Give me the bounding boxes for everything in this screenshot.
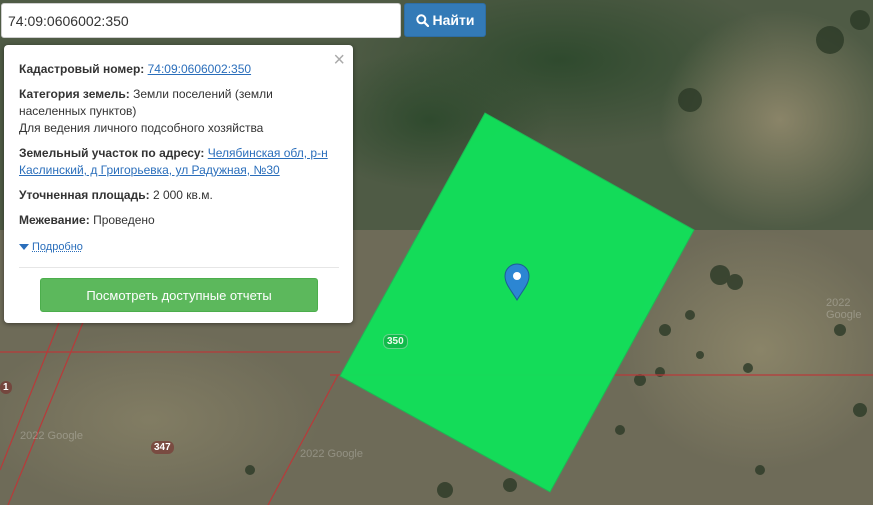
area-label: Уточненная площадь: xyxy=(19,188,150,202)
view-reports-button[interactable]: Посмотреть доступные отчеты xyxy=(40,278,318,312)
map-watermark: 2022 Google xyxy=(300,448,363,460)
area-value: 2 000 кв.м. xyxy=(152,188,213,202)
details-link[interactable]: Подробно xyxy=(32,239,83,256)
edge-parcel-label: 1 xyxy=(0,381,12,394)
address-label: Земельный участок по адресу: xyxy=(19,146,205,160)
popup-divider xyxy=(19,267,339,268)
map-watermark: 2022 Google xyxy=(826,297,862,321)
caret-down-icon xyxy=(19,244,29,250)
cadastral-search-input[interactable] xyxy=(1,3,401,38)
land-category-label: Категория земель: xyxy=(19,87,130,101)
area-row: Уточненная площадь: 2 000 кв.м. xyxy=(19,187,339,204)
cadastral-number-row: Кадастровый номер: 74:09:0606002:350 xyxy=(19,61,339,78)
cadastral-number-label: Кадастровый номер: xyxy=(19,62,145,76)
search-button-label: Найти xyxy=(432,12,475,28)
land-category-row: Категория земель: Земли поселений (земли… xyxy=(19,86,339,137)
cadastral-number-link[interactable]: 74:09:0606002:350 xyxy=(148,62,251,76)
neighbor-parcel-label: 347 xyxy=(151,441,174,454)
details-toggle[interactable]: Подробно xyxy=(19,239,339,256)
address-row: Земельный участок по адресу: Челябинская… xyxy=(19,145,339,179)
survey-label: Межевание: xyxy=(19,213,90,227)
parcel-number-label: 350 xyxy=(383,334,408,349)
search-button[interactable]: Найти xyxy=(404,3,486,37)
survey-value: Проведено xyxy=(93,213,155,227)
survey-row: Межевание: Проведено xyxy=(19,212,339,229)
land-use-value: Для ведения личного подсобного хозяйства xyxy=(19,121,264,135)
parcel-info-popup: × Кадастровый номер: 74:09:0606002:350 К… xyxy=(4,45,353,323)
search-icon xyxy=(415,13,429,27)
map-watermark: 2022 Google xyxy=(20,430,83,442)
parcel-details: Кадастровый номер: 74:09:0606002:350 Кат… xyxy=(19,61,339,256)
